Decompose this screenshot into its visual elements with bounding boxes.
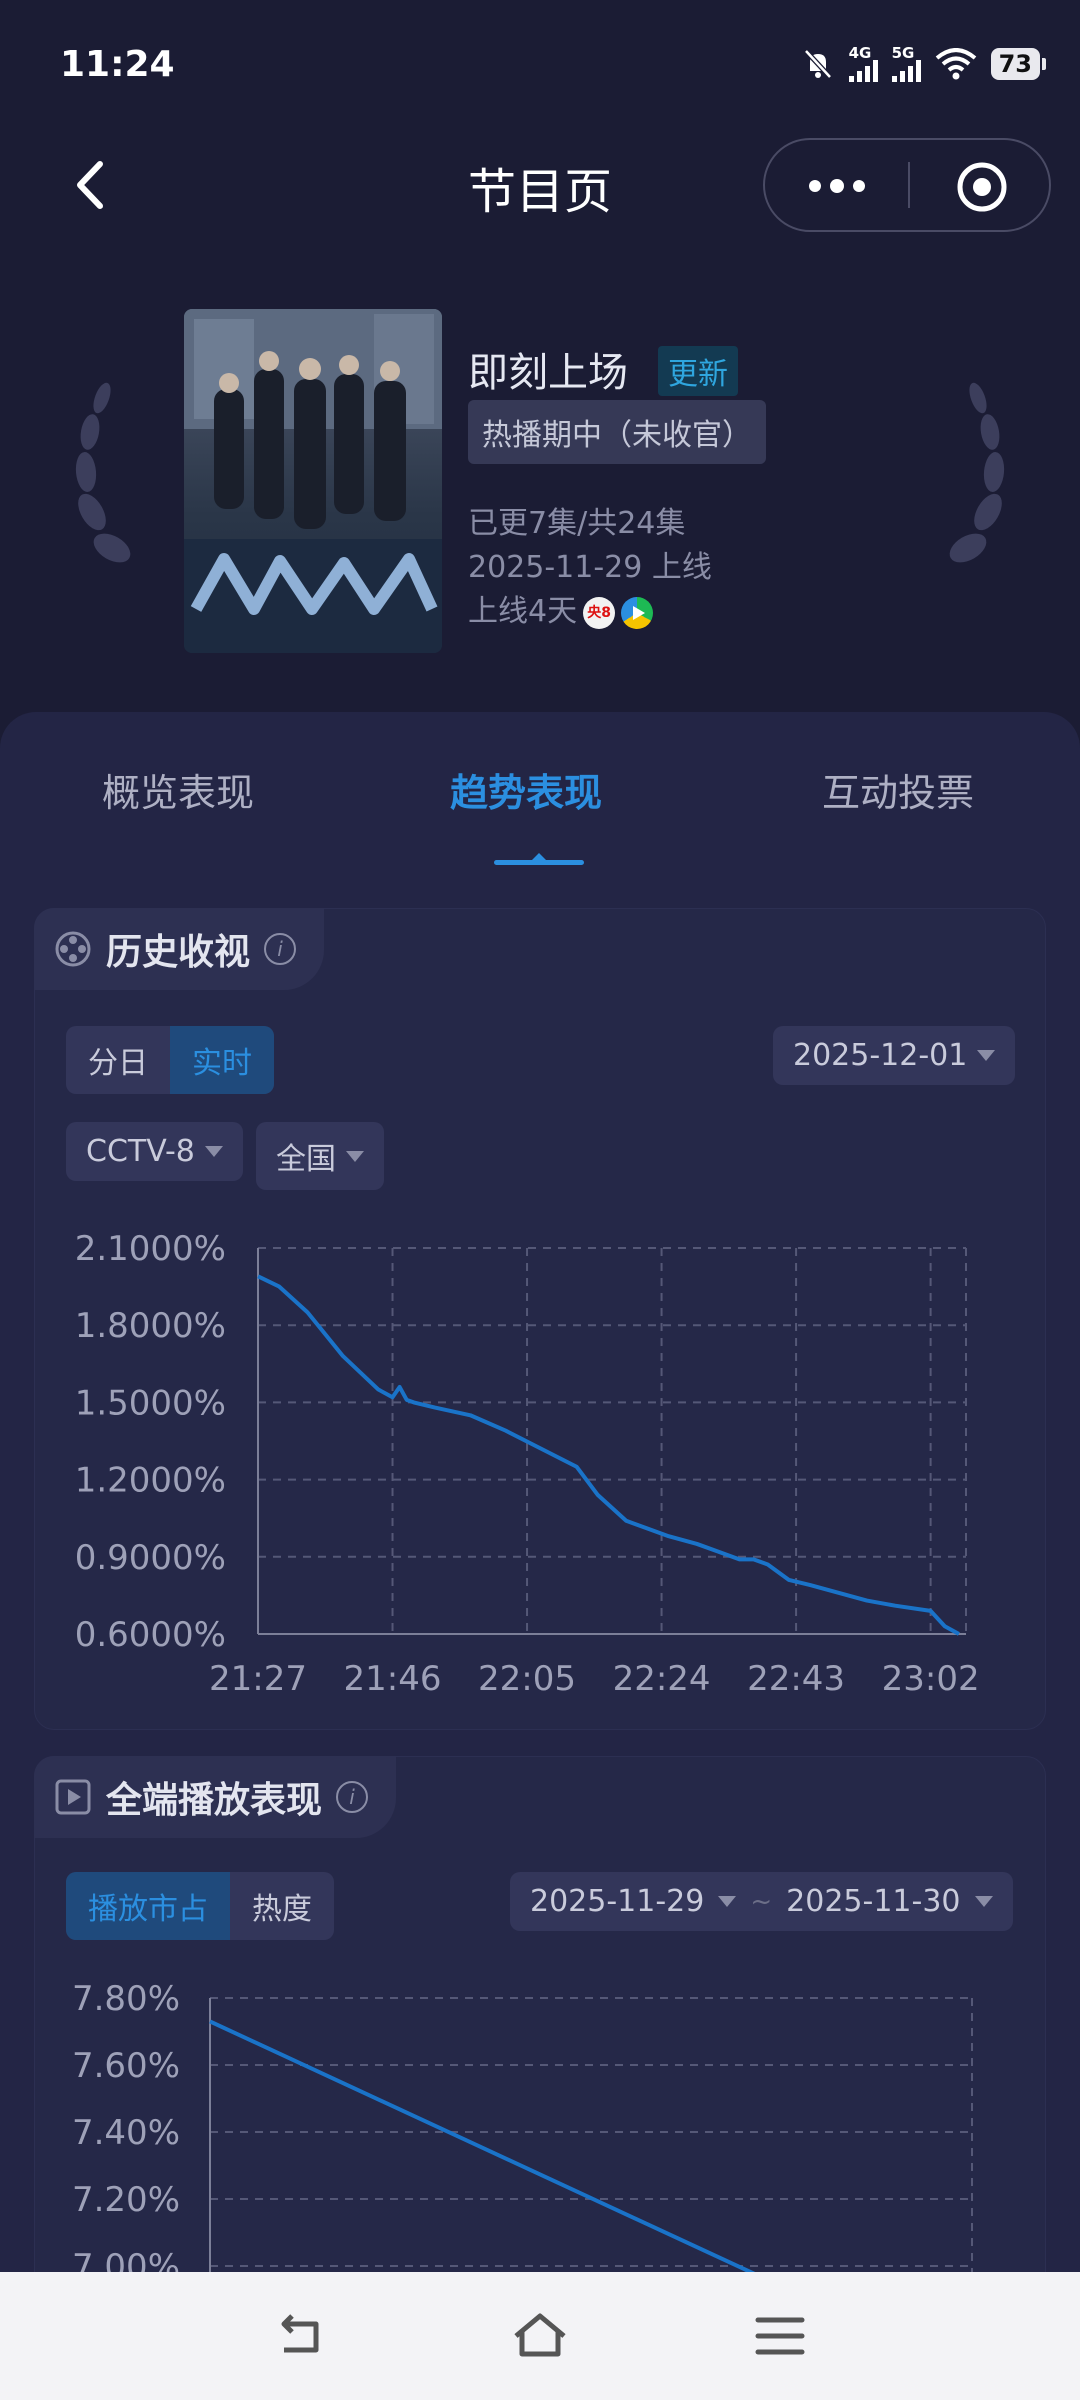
ratings-card-header: 历史收视 i <box>34 908 325 990</box>
video-platform-icon <box>621 596 654 629</box>
net2-label: 5G <box>891 44 915 62</box>
x-tick-label: 23:02 <box>882 1659 980 1699</box>
mode-daily-option[interactable]: 分日 <box>66 1026 170 1094</box>
home-nav-icon[interactable] <box>510 2306 570 2366</box>
channel-dropdown[interactable]: CCTV-8 <box>66 1122 243 1181</box>
mini-program-capsule <box>763 138 1051 232</box>
chevron-down-icon <box>718 1896 737 1907</box>
ratings-date-dropdown[interactable]: 2025-12-01 <box>773 1026 1016 1085</box>
status-icons: 4G 5G 73 <box>801 44 1047 82</box>
metric-heat-option[interactable]: 热度 <box>230 1872 334 1940</box>
play-share-series-line <box>209 2019 756 2272</box>
date-start-value[interactable]: 2025-11-29 <box>530 1884 704 1919</box>
net1-label: 4G <box>848 44 872 62</box>
mode-realtime-option[interactable]: 实时 <box>170 1026 274 1094</box>
y-tick-label: 1.5000% <box>75 1383 226 1423</box>
ratings-mode-toggle: 分日 实时 <box>66 1026 274 1094</box>
play-card-header: 全端播放表现 i <box>34 1756 397 1838</box>
x-tick-label: 22:43 <box>747 1659 845 1699</box>
y-tick-label: 7.60% <box>72 2046 180 2086</box>
film-reel-icon <box>55 931 91 967</box>
play-metric-toggle: 播放市占 热度 <box>66 1872 334 1940</box>
x-tick-label: 21:46 <box>344 1659 442 1699</box>
region-dropdown[interactable]: 全国 <box>256 1122 384 1190</box>
tab-vote[interactable]: 互动投票 <box>822 762 974 817</box>
wifi-icon <box>935 48 976 80</box>
show-title: 即刻上场 <box>468 350 628 396</box>
y-tick-label: 2.1000% <box>75 1229 226 1269</box>
capsule-divider <box>908 162 910 208</box>
play-share-line-chart: 7.80% 7.60% 7.40% 7.20% 7.00% <box>72 1979 973 2272</box>
info-icon[interactable]: i <box>336 1781 369 1813</box>
chevron-down-icon <box>204 1146 223 1157</box>
active-tab-indicator <box>494 853 584 865</box>
y-tick-label: 7.80% <box>72 1979 180 2019</box>
cctv8-channel-icon: 央8 <box>583 596 616 629</box>
poster-art <box>184 309 442 653</box>
chevron-down-icon <box>346 1150 364 1162</box>
region-value: 全国 <box>276 1142 336 1177</box>
update-badge: 更新 <box>658 346 738 396</box>
y-tick-label: 7.00% <box>72 2247 180 2272</box>
ratings-card-title: 历史收视 <box>106 932 251 973</box>
back-nav-icon[interactable] <box>270 2306 330 2366</box>
tab-overview[interactable]: 概览表现 <box>102 762 254 817</box>
date-range-picker[interactable]: 2025-11-29 ~ 2025-11-30 <box>510 1872 1013 1931</box>
mute-bell-icon <box>803 49 832 79</box>
play-box-icon <box>55 1779 91 1815</box>
ratings-line-chart: 2.1000% 1.8000% 1.5000% 1.2000% 0.9000% 0.600… <box>75 1229 980 1699</box>
info-icon[interactable]: i <box>264 933 297 965</box>
chevron-down-icon <box>977 1050 996 1061</box>
x-tick-label: 22:24 <box>613 1659 711 1699</box>
channel-value: CCTV-8 <box>86 1134 195 1169</box>
ratings-date-value: 2025-12-01 <box>793 1038 968 1073</box>
premiere-date: 2025-11-29 上线 <box>468 550 712 585</box>
more-dots-icon[interactable] <box>805 172 869 200</box>
laurel-right-icon <box>949 382 1005 563</box>
y-tick-label: 7.40% <box>72 2113 180 2153</box>
x-tick-label: 22:05 <box>478 1659 576 1699</box>
signal-4g-icon: 4G <box>848 44 878 82</box>
status-time: 11:24 <box>60 44 175 85</box>
battery-indicator: 73 <box>990 48 1047 80</box>
airing-status-chip: 热播期中（未收官） <box>468 400 766 464</box>
y-tick-label: 0.9000% <box>75 1538 226 1578</box>
play-card-title: 全端播放表现 <box>106 1780 323 1821</box>
date-range-separator: ~ <box>750 1886 773 1917</box>
days-online: 上线4天 <box>468 594 578 629</box>
chevron-down-icon <box>974 1896 993 1907</box>
date-end-value[interactable]: 2025-11-30 <box>786 1884 960 1919</box>
show-poster[interactable] <box>184 309 442 653</box>
y-tick-label: 0.6000% <box>75 1615 226 1655</box>
signal-5g-icon: 5G <box>891 44 921 82</box>
tab-trend[interactable]: 趋势表现 <box>450 762 602 817</box>
episode-count: 已更7集/共24集 <box>468 506 686 541</box>
menu-nav-icon[interactable] <box>750 2306 810 2366</box>
y-tick-label: 1.2000% <box>75 1461 226 1501</box>
y-tick-label: 7.20% <box>72 2180 180 2220</box>
x-tick-label: 21:27 <box>209 1659 307 1699</box>
metric-share-option[interactable]: 播放市占 <box>66 1872 230 1940</box>
laurel-left-icon <box>75 382 131 563</box>
ratings-series-line <box>257 1274 960 1636</box>
days-online-row: 上线4天 央8 <box>468 586 654 630</box>
y-tick-label: 1.8000% <box>75 1306 226 1346</box>
close-target-icon[interactable] <box>955 160 1009 214</box>
